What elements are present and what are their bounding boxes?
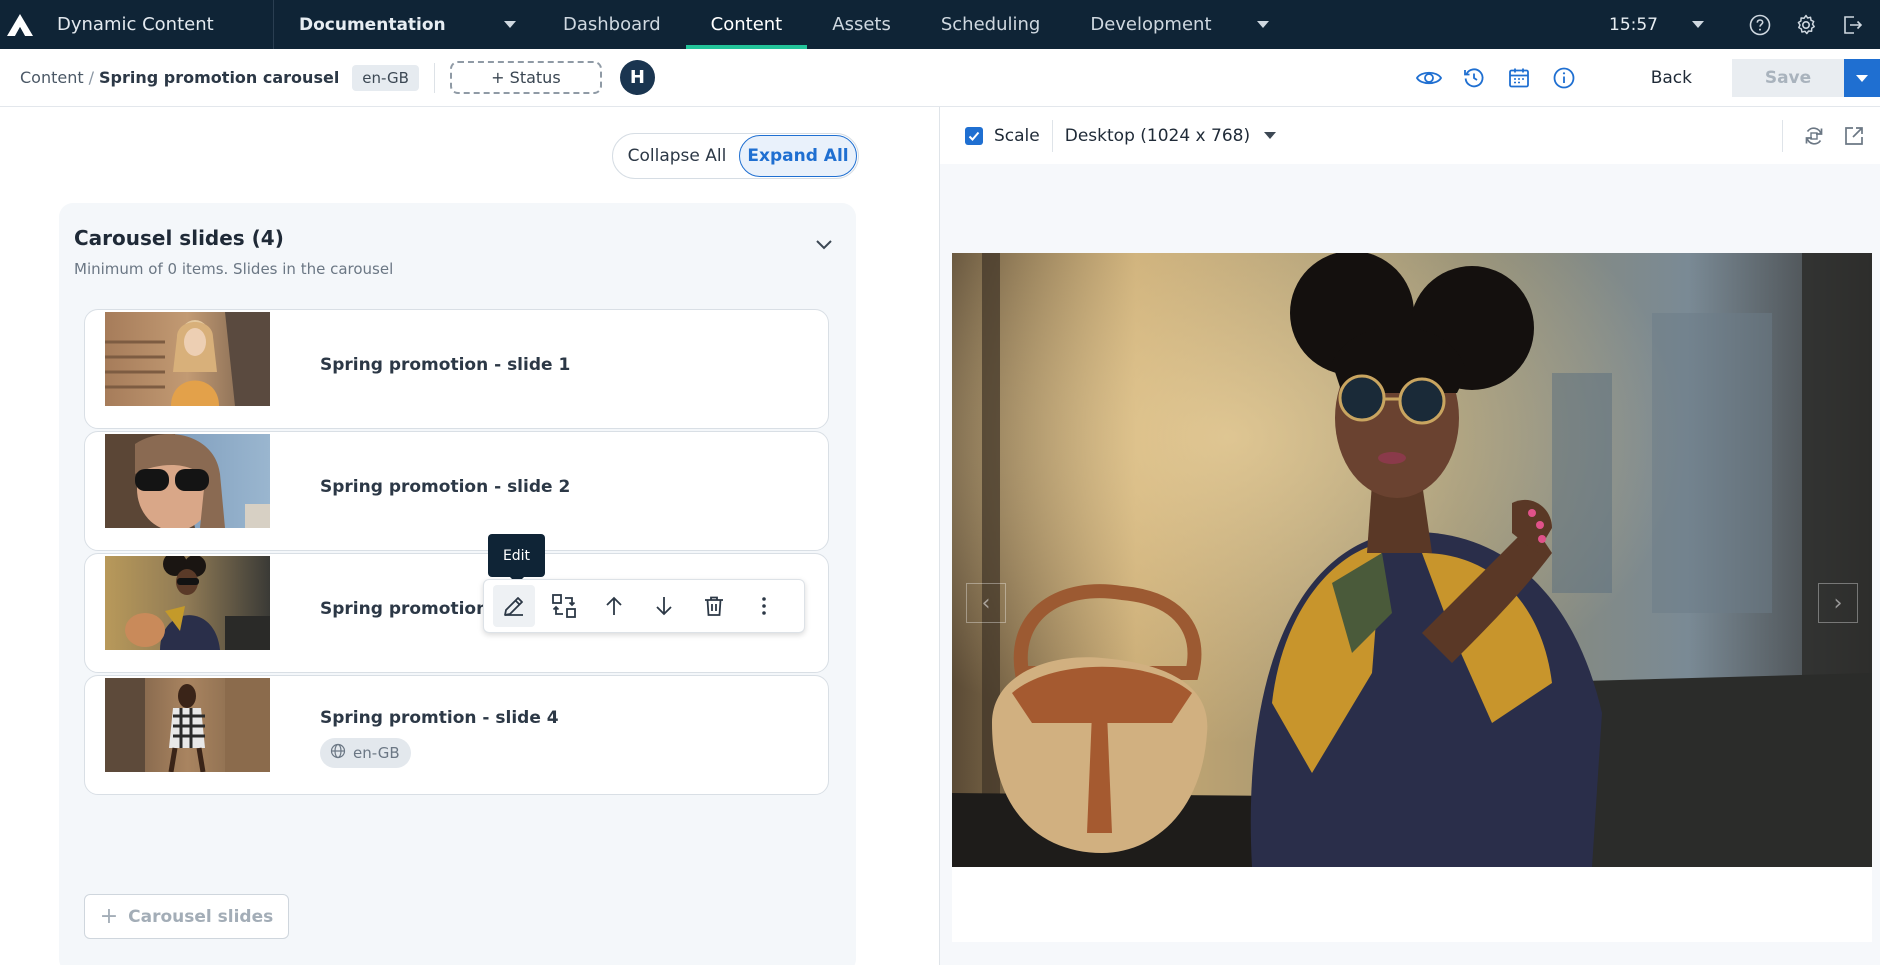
tab-development[interactable]: Development [1065, 0, 1284, 49]
tab-development-label: Development [1090, 14, 1212, 35]
check-icon [968, 131, 980, 141]
calendar-icon[interactable] [1504, 63, 1534, 93]
arrow-down-icon [656, 597, 672, 616]
tab-scheduling[interactable]: Scheduling [916, 0, 1065, 49]
carousel-prev-button[interactable]: ‹ [966, 583, 1006, 623]
slide-item[interactable]: Spring promtion - slide 4 en-GB [84, 675, 829, 795]
tab-assets[interactable]: Assets [807, 0, 916, 49]
save-options-button[interactable] [1844, 59, 1880, 97]
preview-divider [1782, 119, 1783, 152]
slide-thumbnail [105, 312, 270, 406]
more-vertical-icon [762, 597, 766, 615]
move-down-button[interactable] [643, 585, 685, 627]
slide-thumbnail [105, 434, 270, 528]
delete-button[interactable] [693, 585, 735, 627]
chevron-down-icon [1256, 21, 1269, 28]
collapse-all-button[interactable]: Collapse All [613, 146, 741, 166]
arrow-up-icon [606, 596, 622, 615]
edit-button[interactable] [493, 585, 535, 627]
tab-dashboard[interactable]: Dashboard [538, 0, 686, 49]
amplience-logo-icon[interactable] [0, 0, 40, 49]
save-button[interactable]: Save [1732, 59, 1844, 97]
chevron-down-icon [1856, 74, 1868, 82]
plus-icon: + [99, 904, 119, 929]
preview-pane: Scale Desktop (1024 x 768) ‹ › [940, 107, 1880, 965]
locale-badge[interactable]: en-GB [352, 64, 419, 91]
panel-subtitle: Minimum of 0 items. Slides in the carous… [74, 260, 394, 278]
more-options-button[interactable] [743, 585, 785, 627]
eye-icon[interactable] [1414, 63, 1444, 93]
breadcrumb-root[interactable]: Content [20, 68, 84, 87]
panel-title: Carousel slides (4) [74, 226, 284, 250]
open-external-icon[interactable] [1840, 122, 1868, 150]
add-carousel-slide-button[interactable]: + Carousel slides [84, 894, 289, 939]
edit-tooltip: Edit [488, 534, 545, 584]
scale-checkbox[interactable] [965, 126, 983, 145]
swap-icon [552, 594, 576, 618]
main-tabs: Dashboard Content Assets Scheduling Deve… [538, 0, 1285, 49]
pencil-icon [504, 597, 523, 616]
carousel-next-button[interactable]: › [1818, 583, 1858, 623]
breadcrumb-separator: / [88, 68, 95, 87]
slide-locale-label: en-GB [353, 744, 400, 762]
hub-selector[interactable]: Documentation [274, 15, 538, 35]
slide-item[interactable]: Spring promotion - slide 2 [84, 431, 829, 551]
add-slide-label: Carousel slides [128, 906, 274, 927]
add-status-button[interactable]: + Status [449, 61, 602, 94]
trash-icon [705, 596, 723, 616]
device-selector[interactable]: Desktop (1024 x 768) [1065, 126, 1250, 146]
preview-divider [1051, 119, 1053, 152]
globe-icon [330, 743, 346, 763]
refresh-icon[interactable] [1800, 122, 1828, 150]
history-icon[interactable] [1459, 63, 1489, 93]
breadcrumb-current: Spring promotion carousel [99, 68, 340, 87]
preview-actions [1782, 107, 1880, 164]
content-toolbar: Content / Spring promotion carousel en-GB … [0, 49, 1880, 107]
clock: 15:57 [1609, 14, 1658, 35]
slide-item[interactable]: Spring promotion - slide 1 [84, 309, 829, 429]
slide-title: Spring promotion - slide 2 [320, 477, 571, 497]
scale-label: Scale [994, 125, 1040, 146]
nav-right: 15:57 [1609, 0, 1880, 49]
tab-content[interactable]: Content [685, 0, 808, 49]
gear-icon[interactable] [1792, 11, 1820, 39]
replace-button[interactable] [543, 585, 585, 627]
expand-all-button[interactable]: Expand All [739, 135, 857, 177]
clock-dropdown-icon[interactable] [1692, 21, 1704, 28]
move-up-button[interactable] [593, 585, 635, 627]
toolbar-actions: Back Save [1399, 49, 1880, 107]
slide-thumbnail [105, 678, 270, 772]
help-icon[interactable] [1746, 11, 1774, 39]
expand-collapse-group: Collapse All Expand All [612, 133, 859, 179]
logout-icon[interactable] [1838, 11, 1866, 39]
slide-thumbnail [105, 556, 270, 650]
hub-name: Documentation [299, 14, 446, 35]
toolbar-divider [433, 62, 435, 93]
preview-toolbar: Scale Desktop (1024 x 768) [940, 107, 1880, 164]
top-navigation: Dynamic Content Documentation Dashboard … [0, 0, 1880, 49]
slide-locale-badge: en-GB [320, 738, 411, 768]
carousel-hero-image [952, 253, 1872, 867]
slide-actions-toolbar [483, 579, 805, 633]
preview-frame: ‹ › [952, 253, 1872, 942]
chevron-down-icon [504, 21, 516, 28]
breadcrumb: Content / Spring promotion carousel [20, 68, 339, 87]
info-icon[interactable] [1549, 63, 1579, 93]
chevron-down-icon[interactable] [1264, 132, 1277, 139]
slide-title: Spring promotion - slide 1 [320, 355, 571, 375]
slide-title: Spring promtion - slide 4 [320, 708, 559, 728]
content-form: Collapse All Expand All Carousel slides … [0, 107, 939, 965]
chevron-down-icon[interactable] [813, 233, 835, 255]
back-button[interactable]: Back [1651, 68, 1692, 88]
app-title: Dynamic Content [57, 14, 214, 35]
avatar[interactable]: H [619, 60, 655, 95]
